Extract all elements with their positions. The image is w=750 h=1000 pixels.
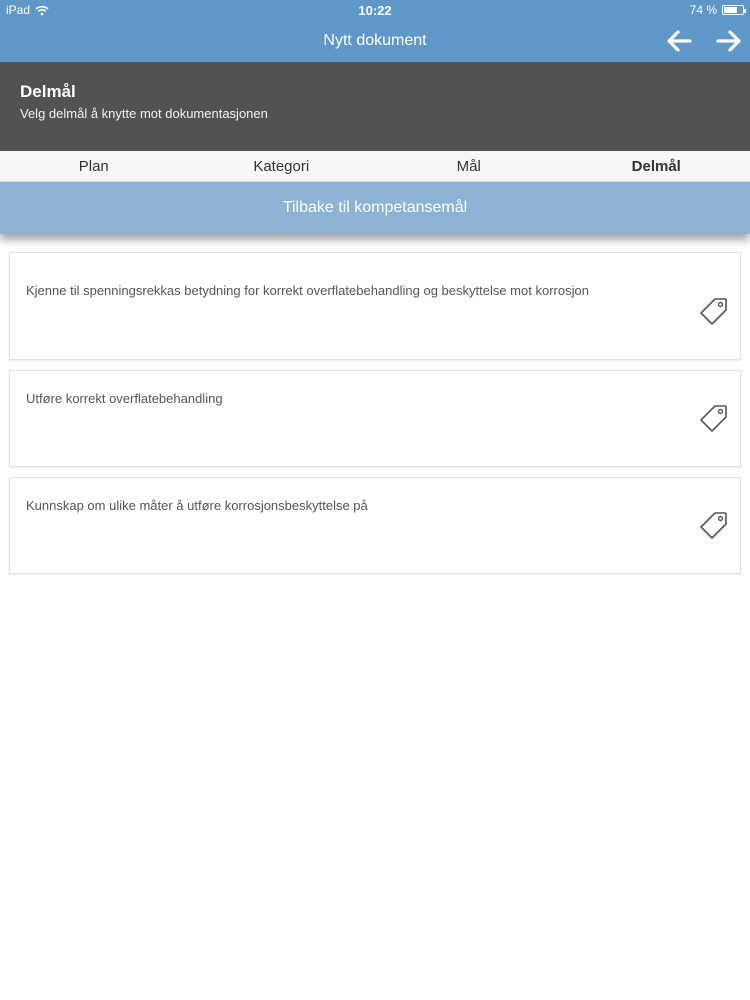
list-item-text: Utføre korrekt overflatebehandling (26, 391, 223, 406)
top-bar: iPad 10:22 74 % Nytt dokument (0, 0, 750, 62)
list-item-text: Kunnskap om ulike måter å utføre korrosj… (26, 498, 368, 513)
tag-icon[interactable] (700, 511, 728, 539)
list-item-text: Kjenne til spenningsrekkas betydning for… (26, 283, 589, 298)
section-title: Delmål (20, 82, 76, 101)
back-to-goals-button[interactable]: Tilbake til kompetansemål (0, 182, 750, 234)
tab-plan[interactable]: Plan (0, 151, 188, 181)
step-tabs: Plan Kategori Mål Delmål (0, 151, 750, 182)
tab-mal[interactable]: Mål (375, 151, 563, 181)
battery-icon (722, 5, 746, 15)
status-time: 10:22 (358, 3, 392, 18)
battery-percent: 74 % (689, 3, 717, 17)
list-item[interactable]: Kunnskap om ulike måter å utføre korrosj… (9, 477, 741, 574)
arrow-left-icon[interactable] (664, 28, 694, 54)
list-item[interactable]: Utføre korrekt overflatebehandling (9, 370, 741, 467)
tag-icon[interactable] (700, 297, 728, 325)
status-bar: iPad 10:22 74 % (0, 0, 750, 20)
list-item[interactable]: Kjenne til spenningsrekkas betydning for… (9, 252, 741, 360)
nav-title: Nytt dokument (323, 32, 427, 49)
tag-icon[interactable] (700, 404, 728, 432)
section-header: Delmål Velg delmål å knytte mot dokument… (0, 62, 750, 151)
tab-delmal[interactable]: Delmål (563, 151, 750, 181)
tab-kategori[interactable]: Kategori (188, 151, 376, 181)
subgoal-list: Kjenne til spenningsrekkas betydning for… (9, 252, 741, 584)
arrow-right-icon[interactable] (714, 28, 744, 54)
section-subtitle: Velg delmål å knytte mot dokumentasjonen (20, 106, 268, 121)
